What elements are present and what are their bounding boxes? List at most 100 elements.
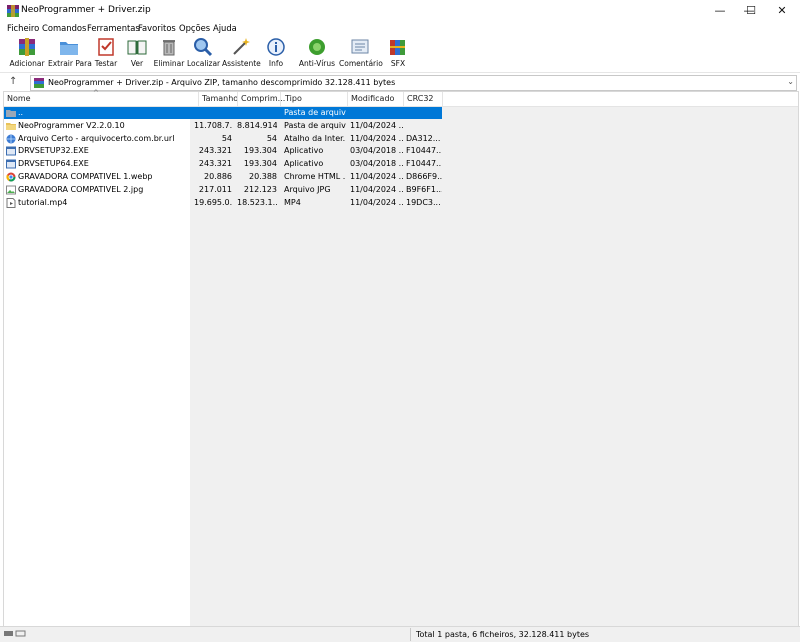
status-bar: Total 1 pasta, 6 ficheiros, 32.128.411 b… [0,626,800,642]
table-row[interactable]: GRAVADORA COMPATIVEL 1.webp 20.886 20.388 C… [4,171,442,183]
extract-to-label: Extrair Para [48,59,92,68]
delete-label: Eliminar [153,59,185,68]
path-text: NeoProgrammer + Driver.zip - Arquivo ZIP… [48,78,396,87]
cell-crc32: DA312... [406,133,441,143]
menu-ferramentas[interactable]: Ferramentas [87,23,140,33]
path-field[interactable]: NeoProgrammer + Driver.zip - Arquivo ZIP… [30,75,797,91]
find-button[interactable]: Localizar [187,35,220,70]
delete-button[interactable]: Eliminar [153,35,185,70]
cell-type: Pasta de arquivos [284,120,346,130]
cell-type: Chrome HTML ... [284,172,346,181]
minimize-btn[interactable]: — [705,0,735,22]
cell-packed: 193.304 [243,159,277,169]
cell-size: 54 [221,133,232,143]
cell-size: 19.695.0... [194,197,232,207]
close-button[interactable]: ✕ [767,0,797,22]
cell-packed: 193.304 [243,146,277,156]
column-size[interactable]: Tamanho [202,94,238,103]
cell-name: DRVSETUP64.EXE [18,159,89,169]
folder-icon [6,121,16,131]
image-file-icon [6,185,16,195]
cell-modified: 11/04/2024 ... [350,172,404,181]
cell-name: DRVSETUP32.EXE [18,146,89,156]
info-button[interactable]: Info [262,35,290,70]
cell-name: NeoProgrammer V2.2.0.10 [18,120,125,130]
table-row[interactable]: tutorial.mp4 19.695.0... 18.523.1... MP4 11/… [4,197,442,209]
cell-modified: 11/04/2024 ... [350,120,404,130]
test-button[interactable]: Testar [92,35,120,70]
cell-modified: 11/04/2024 ... [350,184,404,194]
wizard-button[interactable]: Assistente [222,35,261,70]
window-title: NeoProgrammer + Driver.zip [21,5,151,15]
cell-crc32: F10447... [406,146,442,156]
menu-bar: Ficheiro Comandos Ferramentas Favoritos … [0,22,800,35]
address-bar: ↑ NeoProgrammer + Driver.zip - Arquivo Z… [0,72,800,91]
table-row[interactable]: Arquivo Certo - arquivocerto.com.br.url 5… [4,133,442,145]
menu-ajuda[interactable]: Ajuda [213,23,237,33]
menu-ficheiro[interactable]: Ficheiro [7,23,39,33]
comment-button[interactable]: Comentário [339,35,383,70]
cell-crc32: F10447... [406,159,442,169]
table-row[interactable]: GRAVADORA COMPATIVEL 2.jpg 217.011 212.123… [4,184,442,196]
cell-packed: 20.388 [249,172,277,181]
cell-type: Pasta de arquivos [284,108,346,117]
menu-opcoes[interactable]: Opções [179,23,210,33]
cell-size: 11.708.7... [194,120,232,130]
chrome-icon [6,172,16,182]
cell-type: Arquivo JPG [284,184,331,194]
title-bar[interactable]: NeoProgrammer + Driver.zip — [0,0,800,22]
table-row[interactable]: .. Pasta de arquivos [4,107,442,119]
column-crc32[interactable]: CRC32 [407,94,434,103]
menu-comandos[interactable]: Comandos [42,23,86,33]
cell-size: 243.321 [198,159,232,169]
cell-modified: 03/04/2018 ... [350,146,404,156]
sort-ascending-icon: ^ [93,89,99,97]
status-separator [410,628,411,641]
sfx-button[interactable]: SFX [384,35,412,70]
maximize-button[interactable]: ☐ [736,0,766,22]
view-button[interactable]: Ver [123,35,151,70]
info-icon [267,38,285,56]
cell-modified: 11/04/2024 ... [350,133,404,143]
extract-to-button[interactable]: Extrair Para [48,35,92,70]
cell-modified: 11/04/2024 ... [350,197,404,207]
column-name[interactable]: Nome [7,94,31,103]
cell-type: MP4 [284,197,301,207]
table-row[interactable]: DRVSETUP64.EXE 243.321 193.304 Aplicativo 03… [4,158,442,170]
exe-icon [6,159,16,169]
trash-icon [163,40,175,56]
comment-icon [351,39,369,54]
cell-name: GRAVADORA COMPATIVEL 2.jpg [18,184,144,194]
column-modified[interactable]: Modificado [351,94,394,103]
sfx-books-icon [390,40,405,55]
antivirus-button[interactable]: Anti-Vírus [298,35,336,70]
wizard-wand-icon [233,38,250,55]
cell-packed: 212.123 [243,184,277,194]
test-label: Testar [94,59,118,68]
cell-type: Atalho da Inter... [284,133,346,143]
column-packed[interactable]: Comprim... [241,94,285,103]
archive-icon [34,78,44,88]
parent-folder-icon [6,108,16,118]
menu-favoritos[interactable]: Favoritos [138,23,176,33]
magnifier-icon [194,38,213,57]
extract-folder-icon [60,42,78,55]
column-type[interactable]: Tipo [285,94,302,103]
view-book-icon [127,40,147,55]
up-arrow-icon[interactable]: ↑ [9,76,17,87]
cell-type: Aplicativo [284,159,324,169]
toolbar: Adicionar Extrair Para Testar Ver Elimin… [0,35,800,71]
chevron-down-icon[interactable]: ⌄ [787,77,794,86]
cell-crc32: 19DC3... [406,197,441,207]
comment-label: Comentário [339,59,383,68]
table-row[interactable]: NeoProgrammer V2.2.0.10 11.708.7... 8.814.… [4,120,442,132]
cell-packed: 8.814.914 [237,120,277,130]
sfx-label: SFX [390,59,406,68]
file-list[interactable]: Nome ^ Tamanho Comprim... Tipo Modificad… [3,89,799,628]
wizard-label: Assistente [222,59,261,68]
url-shortcut-icon [6,134,16,144]
test-checklist-icon [98,38,114,56]
add-button[interactable]: Adicionar [8,35,46,70]
add-archive-icon [19,38,35,56]
table-row[interactable]: DRVSETUP32.EXE 243.321 193.304 Aplicativo 03… [4,145,442,157]
